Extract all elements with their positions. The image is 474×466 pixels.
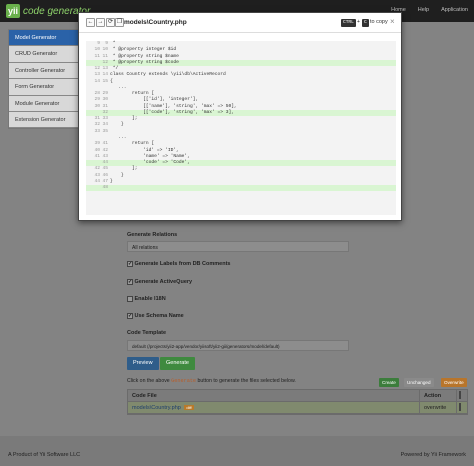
legend-overwrite-badge: Overwrite bbox=[441, 378, 467, 387]
preview-button[interactable]: Preview bbox=[127, 357, 159, 370]
copy-hint: to copy bbox=[370, 19, 388, 25]
modal-title: models\Country.php bbox=[124, 19, 187, 26]
row-select-cell bbox=[457, 402, 467, 413]
close-icon[interactable]: × bbox=[390, 17, 395, 26]
sidebar-item-extension-generator[interactable]: Extension Generator bbox=[9, 112, 78, 129]
kbd-ctrl: CTRL bbox=[341, 19, 356, 27]
diff-line-text: class Country extends \yii\db\ActiveReco… bbox=[110, 72, 226, 78]
generate-labels-checkbox[interactable]: ✓ bbox=[127, 261, 133, 267]
generate-activequery-checkbox[interactable]: ✓ bbox=[127, 279, 133, 285]
sidebar-item-model-generator[interactable]: Model Generator bbox=[9, 30, 78, 47]
enable-i18n-checkbox-row[interactable]: Enable I18N bbox=[127, 296, 166, 302]
diff-line-text: } bbox=[110, 178, 113, 184]
select-all-checkbox[interactable] bbox=[459, 391, 461, 399]
back-arrow-icon[interactable]: ← bbox=[86, 18, 95, 27]
legend-unchanged-badge: Unchanged bbox=[404, 378, 434, 387]
generate-info-text: Click on the above Generate button to ge… bbox=[127, 378, 296, 384]
kbd-c: C bbox=[362, 19, 369, 27]
generate-button[interactable]: Generate bbox=[160, 357, 195, 370]
row-select-checkbox[interactable] bbox=[459, 403, 461, 411]
col-action: Action bbox=[420, 390, 457, 401]
kbd-plus: + bbox=[357, 19, 360, 25]
yii-logo-icon: yii bbox=[6, 4, 20, 18]
footer-right-text: Powered by Yii Framework bbox=[400, 452, 466, 458]
refresh-icon[interactable]: ⟳ bbox=[106, 18, 115, 27]
use-schema-name-checkbox-row[interactable]: ✓ Use Schema Name bbox=[127, 313, 184, 319]
generate-activequery-label: Generate ActiveQuery bbox=[134, 279, 193, 285]
use-schema-name-checkbox[interactable]: ✓ bbox=[127, 313, 133, 319]
enable-i18n-checkbox[interactable] bbox=[127, 296, 133, 302]
forward-arrow-icon[interactable]: → bbox=[96, 18, 105, 27]
diff-badge[interactable]: diff bbox=[184, 405, 194, 410]
footer: A Product of Yii Software LLC Powered by… bbox=[0, 436, 474, 466]
col-select-all bbox=[457, 390, 467, 401]
nav-application-link[interactable]: Application bbox=[441, 7, 468, 13]
sidebar-item-crud-generator[interactable]: CRUD Generator bbox=[9, 46, 78, 63]
generator-sidebar: Model Generator CRUD Generator Controlle… bbox=[8, 29, 79, 130]
file-cell: models\Country.php diff bbox=[128, 402, 420, 413]
generate-relations-select[interactable]: All relations bbox=[127, 241, 349, 252]
generate-keyword: Generate bbox=[171, 378, 197, 384]
generate-labels-label: Generate Labels from DB Comments bbox=[134, 261, 231, 267]
code-template-label: Code Template bbox=[127, 330, 167, 336]
sidebar-item-controller-generator[interactable]: Controller Generator bbox=[9, 63, 78, 80]
legend-create-badge: Create bbox=[379, 378, 399, 387]
code-files-table: Code File Action models\Country.php diff… bbox=[127, 389, 468, 415]
footer-left-text: A Product of Yii Software LLC bbox=[8, 452, 81, 458]
diff-modal: ← → ⟳ ❐ models\Country.php CTRL + C to c… bbox=[78, 12, 402, 221]
old-line-number bbox=[86, 185, 102, 191]
sidebar-item-module-generator[interactable]: Module Generator bbox=[9, 96, 78, 112]
generate-activequery-checkbox-row[interactable]: ✓ Generate ActiveQuery bbox=[127, 279, 192, 285]
table-row: models\Country.php diff overwrite bbox=[128, 402, 467, 414]
copy-icon[interactable]: ❐ bbox=[115, 18, 124, 27]
diff-code-view: 99 * 10 10 * @property integer $id 11 11 * @… bbox=[86, 41, 396, 215]
diff-line-text: * @property string $code bbox=[110, 59, 179, 65]
diff-line-text: } bbox=[110, 122, 124, 128]
col-code-file: Code File bbox=[128, 390, 420, 401]
code-template-select[interactable]: default (/projects/yii2-app/vendor/yiiso… bbox=[127, 340, 349, 351]
action-cell: overwrite bbox=[420, 402, 457, 413]
nav-links: Home Help Application bbox=[391, 7, 468, 13]
nav-help-link[interactable]: Help bbox=[418, 7, 429, 13]
new-line-number: 48 bbox=[102, 185, 108, 191]
file-link[interactable]: models\Country.php bbox=[132, 405, 181, 411]
generate-labels-checkbox-row[interactable]: ✓ Generate Labels from DB Comments bbox=[127, 261, 230, 267]
table-header-row: Code File Action bbox=[128, 390, 467, 402]
sidebar-item-form-generator[interactable]: Form Generator bbox=[9, 79, 78, 96]
enable-i18n-label: Enable I18N bbox=[134, 296, 166, 302]
modal-header: ← → ⟳ ❐ models\Country.php CTRL + C to c… bbox=[79, 13, 401, 33]
diff-line: 48 bbox=[86, 185, 396, 192]
generate-relations-label: Generate Relations bbox=[127, 232, 178, 238]
use-schema-name-label: Use Schema Name bbox=[134, 313, 184, 319]
